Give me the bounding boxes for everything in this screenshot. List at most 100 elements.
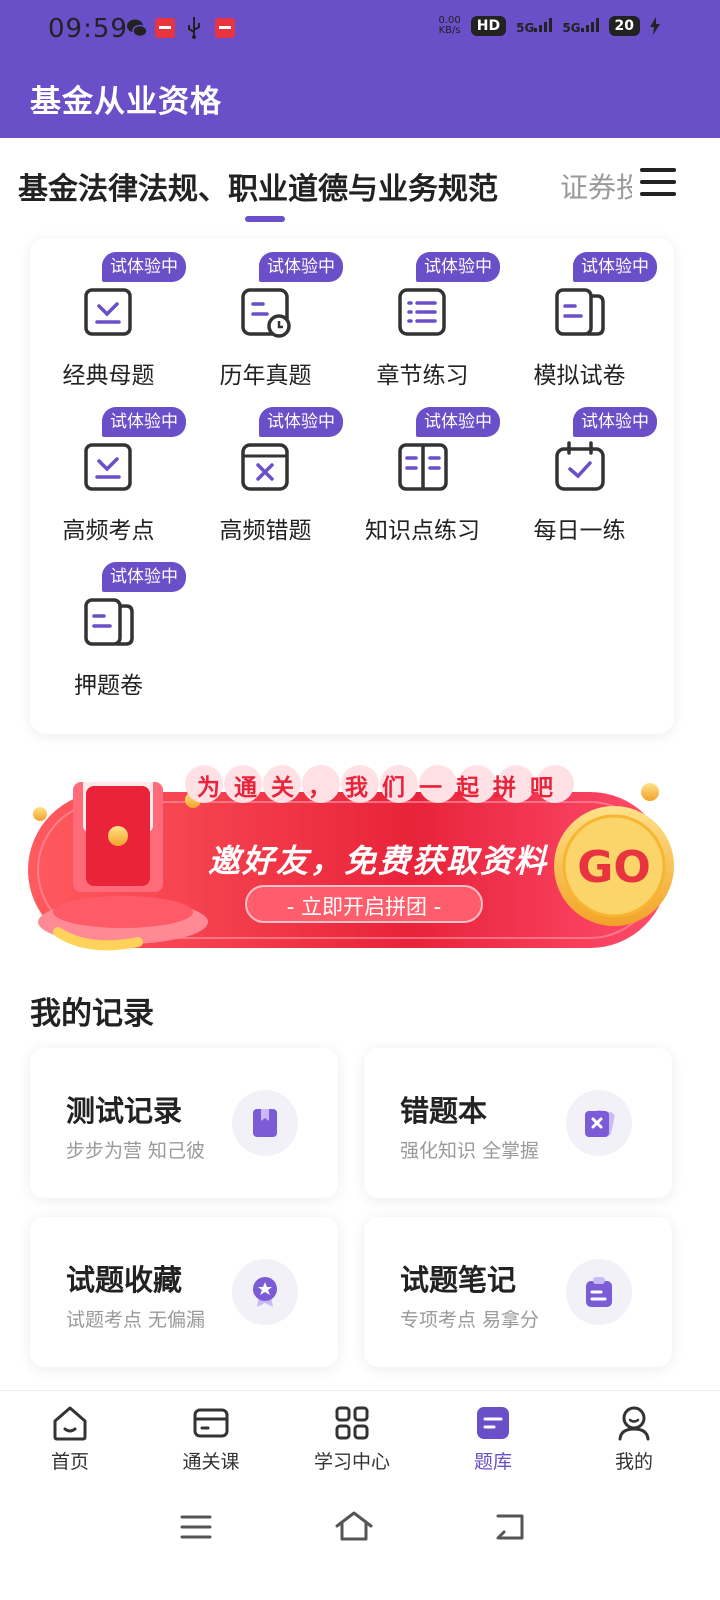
grid-label: 每日一练 — [533, 518, 626, 544]
records-title: 我的记录 — [30, 996, 154, 1032]
subject-tabs: 基金法律法规、职业道德与业务规范 证券投 — [0, 138, 720, 230]
signal-1-label: 5G — [516, 20, 535, 35]
grid-label: 历年真题 — [219, 363, 312, 389]
trial-badge: 试体验中 — [102, 252, 186, 282]
calendar-check-icon — [555, 441, 605, 491]
tab-active-subject[interactable]: 基金法律法规、职业道德与业务规范 — [18, 164, 498, 208]
wechat-icon — [127, 19, 148, 38]
trial-badge: 试体验中 — [573, 252, 657, 282]
net-speed-unit: KB/s — [438, 25, 461, 36]
net-speed: 0.00 KB/s — [439, 16, 461, 36]
nav-learning-center[interactable]: 学习中心 — [302, 1405, 402, 1474]
system-home-icon[interactable] — [334, 1510, 374, 1542]
grid-label: 章节练习 — [376, 363, 469, 389]
grid-item-daily-practice[interactable]: 试体验中 每日一练 — [501, 393, 658, 544]
wrong-book-icon — [566, 1090, 632, 1156]
menu-icon[interactable] — [640, 168, 676, 198]
trial-badge: 试体验中 — [102, 562, 186, 592]
user-icon — [618, 1406, 650, 1441]
star-badge-icon — [232, 1259, 298, 1325]
trial-badge: 试体验中 — [416, 252, 500, 282]
record-card-notes[interactable]: 试题笔记 专项考点 易拿分 — [364, 1217, 672, 1367]
system-nav-bar — [0, 1486, 720, 1600]
back-icon[interactable] — [494, 1512, 526, 1542]
paper-icon — [84, 598, 134, 646]
course-card-icon — [193, 1408, 229, 1438]
status-time: 09:59 — [48, 14, 128, 44]
app-notification-icon — [155, 18, 175, 38]
usb-icon — [188, 17, 200, 39]
tab-next-subject[interactable]: 证券投 — [560, 166, 632, 206]
book-icon — [398, 443, 448, 491]
go-button[interactable]: GO — [564, 842, 664, 893]
nav-label: 我的 — [614, 1451, 653, 1473]
group-buy-banner[interactable]: 为通关，我们一起拼吧 邀好友，免费获取资料 - 立即开启拼团 - GO — [28, 762, 676, 958]
nav-question-bank[interactable]: 题库 — [443, 1405, 543, 1474]
trial-badge: 试体验中 — [102, 407, 186, 437]
question-bank-grid: 试体验中 经典母题 试体验中 历年真题 试体验中 章节练习 试体验中 模拟试卷 … — [30, 238, 674, 734]
question-bank-icon — [477, 1407, 509, 1439]
paper-icon — [555, 288, 605, 336]
clipboard-icon — [566, 1259, 632, 1325]
record-card-subtitle: 专项考点 易拿分 — [400, 1309, 540, 1331]
grid-item-knowledge-practice[interactable]: 试体验中 知识点练习 — [344, 393, 501, 544]
x-doc-icon — [241, 443, 289, 491]
signal-bars-icon-2 — [580, 17, 599, 32]
grid-item-chapter-practice[interactable]: 试体验中 章节练习 — [344, 238, 501, 389]
trial-badge: 试体验中 — [416, 407, 500, 437]
grid-label: 高频考点 — [62, 518, 155, 544]
trial-badge: 试体验中 — [259, 407, 343, 437]
grid-item-prediction-paper[interactable]: 试体验中 押题卷 — [30, 548, 187, 699]
status-bar: 09:59 0.00 KB/s HD 5G 5G 20 — [0, 0, 720, 58]
nav-label: 题库 — [473, 1451, 512, 1473]
grid-label: 知识点练习 — [365, 518, 480, 544]
signal-2-label: 5G — [562, 20, 581, 35]
grid-item-past-exams[interactable]: 试体验中 历年真题 — [187, 238, 344, 389]
record-card-favorites[interactable]: 试题收藏 试题考点 无偏漏 — [30, 1217, 338, 1367]
record-card-test-history[interactable]: 测试记录 步步为营 知己彼 — [30, 1048, 338, 1198]
list-icon — [398, 288, 446, 336]
record-card-subtitle: 步步为营 知己彼 — [66, 1140, 206, 1162]
banner-cta-text: - 立即开启拼团 - — [286, 895, 442, 919]
tab-indicator — [245, 216, 285, 222]
signal-2: 5G — [562, 17, 599, 35]
nav-profile[interactable]: 我的 — [584, 1405, 684, 1474]
record-card-subtitle: 强化知识 全掌握 — [400, 1140, 540, 1162]
app-notification-icon-2 — [215, 18, 235, 38]
bottom-nav: 首页 通关课 学习中心 题库 我的 — [0, 1390, 720, 1486]
grid-apps-icon — [335, 1406, 369, 1440]
record-card-title: 试题笔记 — [400, 1263, 517, 1297]
record-card-title: 测试记录 — [66, 1094, 183, 1128]
trial-badge: 试体验中 — [259, 252, 343, 282]
grid-label: 押题卷 — [74, 673, 143, 699]
record-card-title: 错题本 — [400, 1094, 488, 1128]
menu-lines-icon[interactable] — [180, 1514, 212, 1540]
charging-icon — [650, 17, 660, 35]
nav-courses[interactable]: 通关课 — [161, 1405, 261, 1474]
signal-1: 5G — [516, 17, 553, 35]
page-title: 基金从业资格 — [30, 84, 222, 120]
nav-label: 通关课 — [182, 1451, 240, 1473]
battery-indicator: 20 — [608, 16, 640, 36]
grid-item-mock-exam[interactable]: 试体验中 模拟试卷 — [501, 238, 658, 389]
grid-item-high-freq-errors[interactable]: 试体验中 高频错题 — [187, 393, 344, 544]
signal-bars-icon — [534, 17, 553, 32]
grid-item-high-freq-points[interactable]: 试体验中 高频考点 — [30, 393, 187, 544]
nav-label: 学习中心 — [313, 1451, 390, 1473]
home-icon — [53, 1406, 87, 1441]
check-doc-icon — [84, 288, 132, 336]
check-doc-icon — [84, 443, 132, 491]
grid-label: 模拟试卷 — [533, 363, 626, 389]
nav-label: 首页 — [50, 1451, 89, 1473]
app-header: 09:59 0.00 KB/s HD 5G 5G 20 基金从业资格 — [0, 0, 720, 138]
banner-main-text: 邀好友，免费获取资料 — [207, 842, 548, 880]
hd-badge: HD — [470, 16, 507, 36]
nav-home[interactable]: 首页 — [20, 1405, 120, 1474]
status-right: 0.00 KB/s HD 5G 5G 20 — [439, 16, 660, 36]
record-card-subtitle: 试题考点 无偏漏 — [66, 1309, 206, 1331]
trial-badge: 试体验中 — [573, 407, 657, 437]
record-card-wrong-book[interactable]: 错题本 强化知识 全掌握 — [364, 1048, 672, 1198]
record-card-title: 试题收藏 — [66, 1263, 183, 1297]
grid-label: 经典母题 — [62, 363, 155, 389]
grid-item-classic[interactable]: 试体验中 经典母题 — [30, 238, 187, 389]
